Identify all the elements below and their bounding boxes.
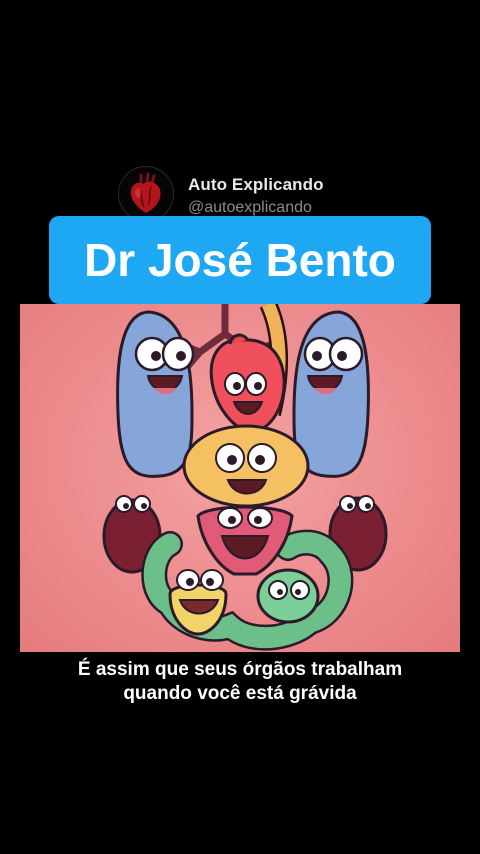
left-lung	[116, 310, 195, 478]
subtitle-line-2: quando você está grávida	[123, 683, 357, 704]
uterus-character	[196, 505, 294, 576]
cartoon-organs-illustration	[102, 304, 388, 651]
subtitle-line-1: É assim que seus órgãos trabalham	[77, 659, 403, 680]
heart-character	[209, 333, 286, 434]
channel-header[interactable]: Auto Explicando @autoexplicando	[118, 166, 418, 222]
title-banner: Dr José Bento	[49, 216, 431, 304]
stomach-character	[182, 424, 310, 508]
small-intestine-character	[256, 568, 320, 624]
channel-handle[interactable]: @autoexplicando	[188, 199, 312, 217]
video-frame[interactable]	[20, 304, 460, 652]
video-subtitle: É assim que seus órgãos trabalham quando…	[0, 658, 480, 706]
bladder-character	[168, 569, 228, 636]
channel-name[interactable]: Auto Explicando	[188, 175, 324, 195]
channel-avatar[interactable]	[118, 166, 174, 222]
banner-title: Dr José Bento	[84, 234, 396, 286]
anatomical-heart-icon	[130, 172, 161, 213]
